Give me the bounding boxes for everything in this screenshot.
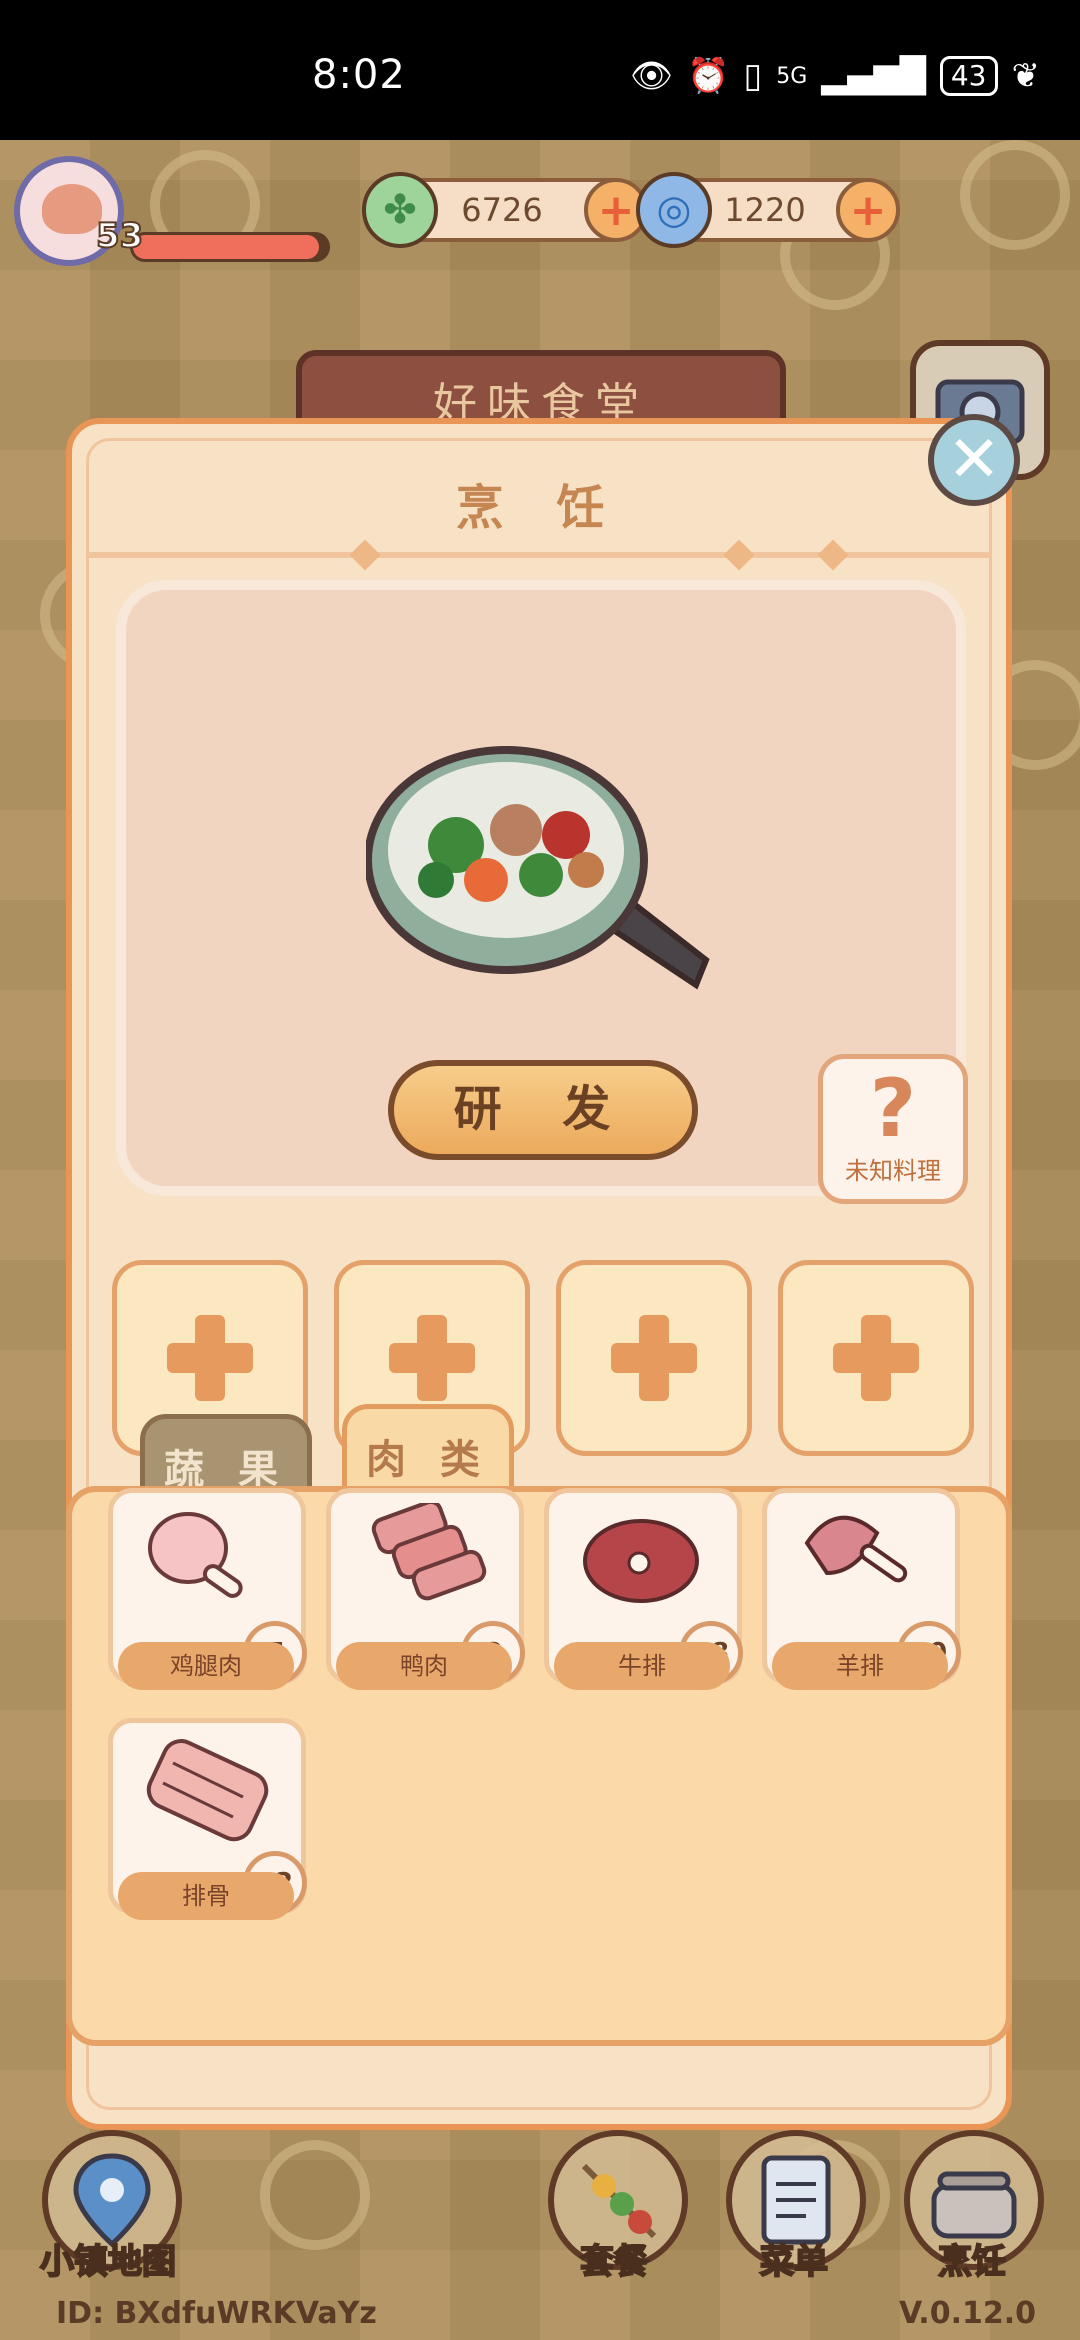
leaf-icon: ❦ xyxy=(1011,56,1041,96)
ingredient-slot-3[interactable] xyxy=(556,1260,752,1456)
frying-pan-icon xyxy=(366,746,710,990)
steak-icon xyxy=(583,1519,699,1603)
clover-icon: ✤ xyxy=(362,172,438,248)
clock: 8:02 xyxy=(312,52,406,98)
signal-icon: ▂▄▆█ xyxy=(821,56,926,96)
spiral-gem-icon: ◎ xyxy=(636,172,712,248)
ingredient-label: 羊排 xyxy=(772,1642,948,1690)
ribs-icon xyxy=(146,1739,269,1842)
dialog-title: 烹 饪 xyxy=(455,480,623,536)
player-level: 53 xyxy=(95,215,144,257)
plus-icon xyxy=(833,1315,919,1401)
question-mark-icon: ? xyxy=(869,1062,917,1155)
unknown-dish-label: 未知料理 xyxy=(845,1157,941,1185)
unknown-dish-card[interactable]: ? 未知料理 xyxy=(818,1054,968,1204)
network-label: 5G xyxy=(776,63,808,89)
ingredient-list-panel: 7 鸡腿肉 8 鸭肉 18 牛排 10 羊排 xyxy=(66,1486,1012,2046)
xp-bar xyxy=(130,232,330,262)
lamb-chop-icon xyxy=(804,1515,908,1583)
clover-currency: ✤ 6726 + xyxy=(362,172,648,248)
snail-avatar-icon xyxy=(42,184,102,234)
battery-indicator: 43 xyxy=(939,56,998,96)
close-button[interactable]: ✕ xyxy=(928,414,1020,506)
plus-icon xyxy=(611,1315,697,1401)
player-id: ID: BXdfuWRKVaYz xyxy=(56,2296,377,2331)
ingredient-slot-4[interactable] xyxy=(778,1260,974,1456)
cooking-dialog: 烹 饪 研 发 ? 未知料理 蔬 果 肉 类 鸡腿肉 鸭肉 牛排 羊排 排骨 xyxy=(66,418,1012,2130)
title-divider xyxy=(86,552,992,558)
menu-label: 菜单 xyxy=(759,2241,829,2283)
vibrate-icon: ▯ xyxy=(743,56,763,96)
drumstick-icon xyxy=(148,1512,243,1598)
alarm-icon: ⏰ xyxy=(687,56,730,96)
gem-currency: ◎ 1220 + xyxy=(636,172,900,248)
research-button[interactable]: 研 发 xyxy=(388,1060,698,1160)
ingredient-label: 鸭肉 xyxy=(336,1642,512,1690)
bacon-icon xyxy=(371,1503,487,1601)
ingredient-label: 鸡腿肉 xyxy=(118,1642,294,1690)
town-map-label: 小镇地图 xyxy=(39,2241,177,2283)
status-bar: 8:02 👁 ⏰ ▯ 5G ▂▄▆█ 43 ❦ xyxy=(0,0,1080,140)
xp-bar-fill xyxy=(133,235,320,259)
plus-icon xyxy=(167,1315,253,1401)
eye-icon: 👁 xyxy=(629,56,674,96)
cooking-label: 烹饪 xyxy=(937,2241,1007,2283)
app-version: V.0.12.0 xyxy=(898,2296,1036,2331)
set-meal-label: 套餐 xyxy=(579,2241,649,2283)
ingredient-label: 排骨 xyxy=(118,1872,294,1920)
ingredient-label: 牛排 xyxy=(554,1642,730,1690)
status-icons: 👁 ⏰ ▯ 5G ▂▄▆█ 43 ❦ xyxy=(630,56,1040,96)
add-gem-button[interactable]: + xyxy=(836,178,900,242)
plus-icon xyxy=(389,1315,475,1401)
